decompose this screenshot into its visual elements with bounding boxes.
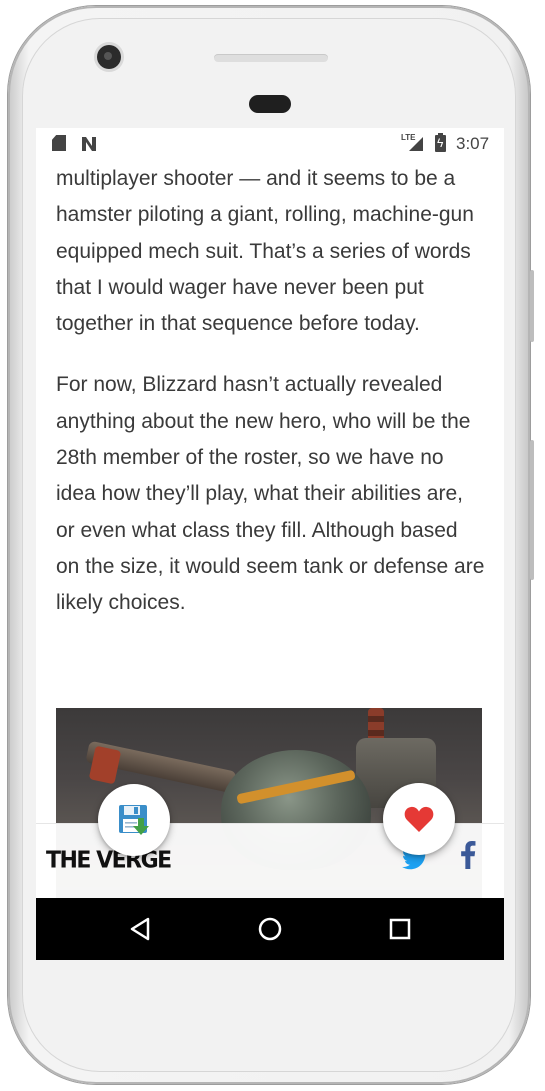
article-paragraph: multiplayer shooter — and it seems to be…	[56, 167, 474, 336]
app-screen: LTE 3:07 multiplayer shooter — and it se…	[36, 128, 504, 960]
battery-charging-icon	[435, 133, 446, 152]
power-button	[530, 270, 534, 342]
front-camera	[97, 45, 121, 69]
home-circle-icon[interactable]	[256, 915, 284, 943]
sd-card-icon	[52, 135, 66, 151]
nfc-n-icon	[80, 135, 98, 153]
system-nav-bar	[36, 898, 504, 960]
save-floppy-icon	[119, 805, 149, 835]
earpiece-speaker	[214, 54, 328, 62]
the-verge-logo[interactable]: THE VERGE	[46, 847, 172, 873]
back-triangle-icon[interactable]	[126, 915, 154, 943]
image-mech-gun-cap	[88, 745, 122, 785]
recents-square-icon[interactable]	[386, 915, 414, 943]
article-paragraph: For now, Blizzard hasn’t actually reveal…	[56, 373, 485, 615]
network-label: LTE	[401, 133, 416, 142]
volume-button	[530, 440, 534, 580]
article-body: multiplayer shooter — and it seems to be…	[56, 161, 486, 622]
lte-signal-icon: LTE	[401, 133, 423, 153]
proximity-sensor	[249, 95, 291, 113]
status-bar: LTE 3:07	[36, 128, 504, 160]
heart-icon	[404, 806, 434, 832]
save-button[interactable]	[98, 784, 170, 856]
facebook-icon[interactable]	[460, 841, 476, 876]
like-button[interactable]	[383, 783, 455, 855]
status-time: 3:07	[456, 134, 490, 153]
